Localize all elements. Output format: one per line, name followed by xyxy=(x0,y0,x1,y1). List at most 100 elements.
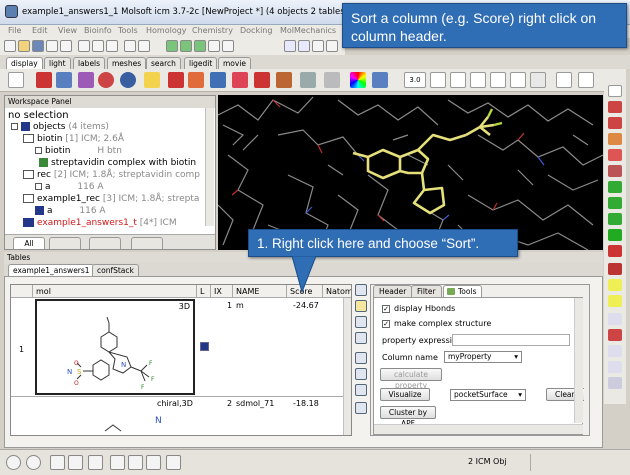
objects-node[interactable]: objects (4 items) xyxy=(11,122,109,132)
car-icon[interactable] xyxy=(146,455,161,470)
save-icon[interactable] xyxy=(32,40,44,52)
display-mode-icon[interactable] xyxy=(254,72,270,88)
download-icon[interactable] xyxy=(298,40,310,52)
green-box-icon[interactable] xyxy=(608,181,622,193)
tab-chemistry[interactable] xyxy=(89,237,121,249)
palette-icon[interactable] xyxy=(350,72,366,88)
tree-item-rec-chain[interactable]: a 116 A xyxy=(35,182,104,192)
menu-bioinfo[interactable]: Bioinfo xyxy=(84,26,112,35)
tab-molecules[interactable] xyxy=(49,237,81,249)
refresh-icon[interactable] xyxy=(106,40,118,52)
clip-plane-icon[interactable] xyxy=(608,165,622,177)
red-arrow-icon[interactable] xyxy=(608,329,622,341)
copy-icon[interactable] xyxy=(138,40,150,52)
tab-meshes[interactable]: meshes xyxy=(107,57,147,69)
cluster-apf-button[interactable]: Cluster by APF xyxy=(380,406,436,428)
import-icon[interactable] xyxy=(608,361,622,373)
selection-icon[interactable] xyxy=(210,72,226,88)
filter-table-icon[interactable] xyxy=(355,332,367,344)
wire-icon[interactable] xyxy=(8,72,24,88)
tab-header[interactable]: Header xyxy=(373,285,413,297)
yellow-icon[interactable] xyxy=(608,279,622,291)
chart-icon[interactable] xyxy=(208,40,220,52)
visible-toggle-icon[interactable] xyxy=(200,342,209,351)
tab-filter[interactable]: Filter xyxy=(411,285,442,297)
record-icon[interactable] xyxy=(26,455,41,470)
undo-icon[interactable] xyxy=(78,40,90,52)
tab-ligedit[interactable]: ligedit xyxy=(184,57,218,69)
move-icon[interactable] xyxy=(608,117,622,129)
columns-icon[interactable] xyxy=(355,352,367,364)
yellow-alt-icon[interactable] xyxy=(608,295,622,307)
tree-item-rec[interactable]: rec [2] ICM; 1.8Å; streptavidin comp xyxy=(23,170,200,180)
grid-icon[interactable] xyxy=(166,40,178,52)
column-header-ix[interactable]: IX xyxy=(211,285,233,298)
tab-labels[interactable]: labels xyxy=(73,57,106,69)
tab-tools[interactable]: Tools xyxy=(443,285,483,297)
grid-alt-icon[interactable] xyxy=(180,40,192,52)
tree-item-example1-rec-chain[interactable]: a 116 A xyxy=(35,206,106,216)
settings-gear-icon[interactable] xyxy=(110,455,125,470)
plot-icon[interactable] xyxy=(355,402,367,414)
tab-confstack[interactable]: confStack xyxy=(92,264,139,276)
color-icon[interactable] xyxy=(144,72,160,88)
rotate-icon[interactable] xyxy=(276,72,292,88)
red-mark-icon[interactable] xyxy=(608,263,622,275)
column-name-select[interactable]: myProperty ▾ xyxy=(444,351,522,363)
menu-molmechanics[interactable]: MolMechanics xyxy=(280,26,336,35)
tab-movie[interactable]: movie xyxy=(218,57,252,69)
menu-docking[interactable]: Docking xyxy=(240,26,272,35)
structure-cell[interactable]: 3D N S O O N F F F xyxy=(35,299,195,395)
site-icon[interactable] xyxy=(608,229,622,241)
pick-atom-icon[interactable] xyxy=(608,101,622,113)
tree-item-example1-answers[interactable]: example1_answers1_t [4*] ICM xyxy=(23,218,177,228)
column-header-mol[interactable]: mol xyxy=(33,285,197,298)
cut-icon[interactable] xyxy=(124,40,136,52)
redo-icon[interactable] xyxy=(92,40,104,52)
new-icon[interactable] xyxy=(4,40,16,52)
translate-icon[interactable] xyxy=(608,149,622,161)
angle-icon[interactable] xyxy=(470,72,486,88)
layers-icon[interactable] xyxy=(222,40,234,52)
pdb-icon[interactable] xyxy=(284,40,296,52)
green-ring-icon[interactable] xyxy=(608,213,622,225)
menu-chemistry[interactable]: Chemistry xyxy=(192,26,233,35)
cpk-icon[interactable] xyxy=(78,72,94,88)
fog-icon[interactable] xyxy=(324,72,340,88)
table-scrollbar[interactable] xyxy=(343,298,351,435)
open-folder-icon[interactable] xyxy=(18,40,30,52)
workspace-scrollbar[interactable] xyxy=(205,108,214,226)
column-header-l[interactable]: L xyxy=(197,285,211,298)
molecule-3d-view[interactable] xyxy=(218,95,603,250)
tab-all[interactable]: All xyxy=(13,237,45,249)
tree-item-biotin[interactable]: biotin [1] ICM; 2.6Å xyxy=(23,134,124,144)
skin-icon[interactable] xyxy=(120,72,136,88)
help-icon[interactable] xyxy=(326,40,338,52)
window-icon[interactable] xyxy=(88,455,103,470)
select-icon[interactable] xyxy=(608,85,622,97)
ball-stick-icon[interactable] xyxy=(36,72,52,88)
grid-view-icon[interactable] xyxy=(128,455,143,470)
arrow-up-icon[interactable] xyxy=(608,313,622,325)
menu-file[interactable]: File xyxy=(8,26,21,35)
column-header-name[interactable]: NAME xyxy=(233,285,287,298)
print-icon[interactable] xyxy=(60,40,72,52)
tab-light[interactable]: light xyxy=(44,57,71,69)
tools-hscrollbar[interactable] xyxy=(374,424,583,434)
menu-edit[interactable]: Edit xyxy=(32,26,48,35)
label-icon[interactable] xyxy=(188,72,204,88)
center-icon[interactable] xyxy=(300,72,316,88)
molecule-icon[interactable] xyxy=(312,40,324,52)
pencil-icon[interactable] xyxy=(355,300,367,312)
tree-item-biotin-chain[interactable]: biotin H btn xyxy=(35,146,122,156)
make-complex-checkbox[interactable]: ✓ xyxy=(382,320,390,328)
tree-item-description[interactable]: streptavidin complex with biotin xyxy=(39,158,196,168)
export-icon[interactable] xyxy=(608,345,622,357)
camera-icon[interactable] xyxy=(166,455,181,470)
zoom-icon[interactable] xyxy=(608,133,622,145)
tab-display[interactable]: display xyxy=(6,57,43,69)
table-view-icon[interactable] xyxy=(68,455,83,470)
link-icon[interactable] xyxy=(355,316,367,328)
menu-view[interactable]: View xyxy=(58,26,77,35)
tree-item-example1-rec[interactable]: example1_rec [3] ICM; 1.8Å; strepta xyxy=(23,194,199,204)
